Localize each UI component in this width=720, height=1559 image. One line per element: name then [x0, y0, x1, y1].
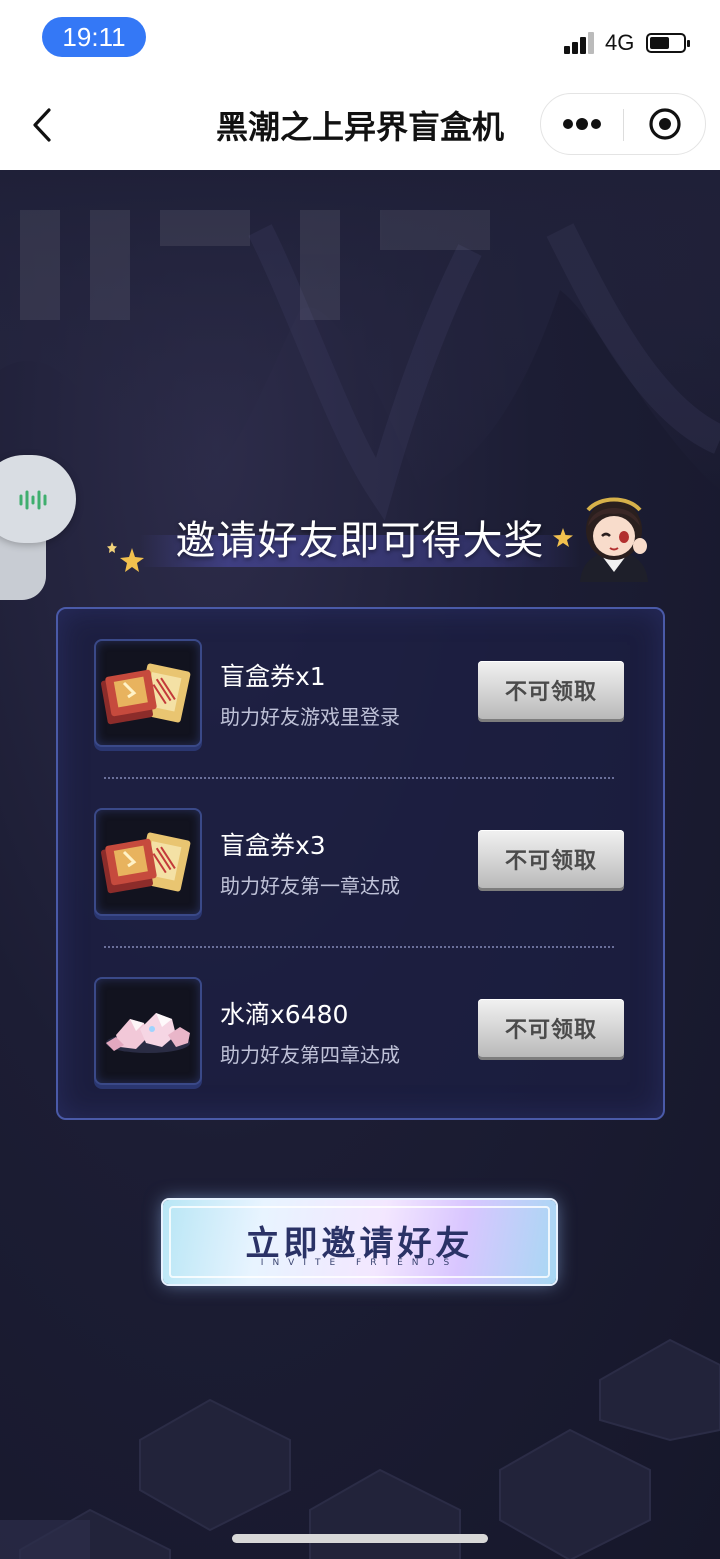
star-icon	[107, 542, 144, 572]
voice-wave-icon	[19, 490, 47, 510]
reward-name: 盲盒券x1	[220, 662, 326, 691]
back-button[interactable]	[22, 102, 62, 148]
more-dots-icon	[563, 118, 601, 130]
signal-icon	[564, 30, 596, 54]
claim-button[interactable]: 不可领取	[478, 999, 624, 1057]
reward-name: 盲盒券x3	[220, 831, 326, 860]
invite-header-title: 邀请好友即可得大奖	[175, 518, 545, 564]
mini-program-capsule	[540, 93, 706, 155]
rewards-panel: 盲盒券x1 助力好友游戏里登录 不可领取 盲盒券x3 助力好友第一章达成 不可领…	[56, 607, 665, 1120]
claim-button[interactable]: 不可领取	[478, 661, 624, 719]
chevron-left-icon	[33, 108, 51, 142]
network-type: 4G	[605, 30, 635, 55]
crystal-icon	[106, 1013, 190, 1053]
status-time: 19:11	[42, 17, 146, 57]
claim-button[interactable]: 不可领取	[478, 830, 624, 888]
battery-icon	[646, 33, 690, 53]
invite-button-sublabel: INVITE FRIENDS	[260, 1258, 459, 1268]
page-title: 黑潮之上异界盲盒机	[215, 108, 504, 146]
target-circle-icon	[649, 108, 681, 140]
home-indicator	[232, 1534, 488, 1543]
reward-row: 水滴x6480 助力好友第四章达成 不可领取	[58, 947, 663, 1117]
reward-item-frame	[94, 639, 202, 747]
mascot-character-icon	[580, 497, 648, 582]
reward-item-frame	[94, 808, 202, 916]
reward-desc: 助力好友第四章达成	[220, 1043, 400, 1067]
reward-desc: 助力好友游戏里登录	[220, 705, 400, 729]
background-hexagons	[0, 1338, 720, 1559]
status-bar: 19:11 4G	[0, 0, 720, 80]
reward-name: 水滴x6480	[220, 1000, 349, 1029]
ticket-icon	[101, 663, 191, 725]
capsule-divider	[623, 109, 624, 141]
background-curtain	[0, 170, 720, 521]
invite-friends-button[interactable]: 立即邀请好友 INVITE FRIENDS	[163, 1200, 556, 1284]
close-button[interactable]	[625, 94, 705, 154]
ticket-icon	[101, 832, 191, 894]
more-button[interactable]	[541, 94, 623, 154]
reward-row: 盲盒券x3 助力好友第一章达成 不可领取	[58, 778, 663, 948]
reward-desc: 助力好友第一章达成	[220, 874, 400, 898]
reward-row: 盲盒券x1 助力好友游戏里登录 不可领取	[58, 609, 663, 779]
reward-item-frame	[94, 977, 202, 1085]
nav-bar: 黑潮之上异界盲盒机	[0, 80, 720, 170]
